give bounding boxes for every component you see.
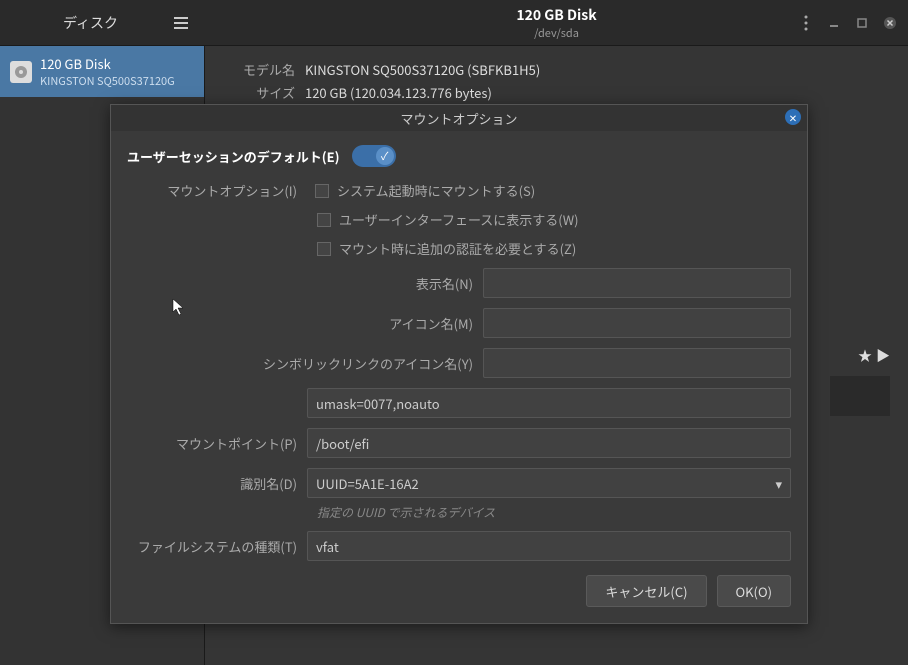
dialog-close-button[interactable]: ✕ bbox=[785, 109, 801, 125]
options-input[interactable] bbox=[307, 388, 791, 418]
fs-type-label: ファイルシステムの種類(T) bbox=[127, 537, 307, 556]
session-default-label: ユーザーセッションのデフォルト(E) bbox=[127, 147, 340, 166]
symlink-input[interactable] bbox=[483, 348, 791, 378]
minimize-button[interactable] bbox=[824, 13, 844, 33]
maximize-button[interactable] bbox=[852, 13, 872, 33]
checkbox-boot[interactable] bbox=[315, 184, 329, 198]
checkbox-ui[interactable] bbox=[317, 213, 331, 227]
sidebar-disk-item[interactable]: 120 GB Disk KINGSTON SQ500S37120G bbox=[0, 46, 204, 97]
mount-point-label: マウントポイント(P) bbox=[127, 434, 307, 453]
symlink-label: シンボリックリンクのアイコン名(Y) bbox=[127, 354, 483, 373]
disk-item-name: 120 GB Disk bbox=[40, 54, 175, 73]
display-name-label: 表示名(N) bbox=[127, 274, 483, 293]
dialog-title: マウントオプション bbox=[400, 109, 517, 128]
checkbox-ui-label: ユーザーインターフェースに表示する(W) bbox=[339, 210, 579, 229]
kebab-menu-icon[interactable] bbox=[796, 13, 816, 33]
mount-options-label: マウントオプション(I) bbox=[127, 181, 307, 200]
icon-name-label: アイコン名(M) bbox=[127, 314, 483, 333]
disk-item-sub: KINGSTON SQ500S37120G bbox=[40, 73, 175, 89]
identify-select[interactable]: UUID=5A1E-16A2 ▾ bbox=[307, 468, 791, 498]
fs-type-input[interactable] bbox=[307, 531, 791, 561]
ok-button[interactable]: OK(O) bbox=[717, 575, 791, 607]
titlebar: ディスク 120 GB Disk /dev/sda bbox=[0, 0, 908, 46]
menu-button[interactable] bbox=[169, 11, 193, 35]
checkbox-boot-label: システム起動時にマウントする(S) bbox=[337, 181, 535, 200]
prop-size-value: 120 GB (120.034.123.776 bytes) bbox=[305, 83, 492, 102]
cancel-button[interactable]: キャンセル(C) bbox=[586, 575, 706, 607]
close-button[interactable] bbox=[880, 13, 900, 33]
toggle-knob-icon: ✓ bbox=[376, 147, 394, 165]
identify-hint: 指定の UUID で示されるデバイス bbox=[127, 504, 791, 521]
session-default-toggle[interactable]: ✓ bbox=[352, 145, 396, 167]
star-icon[interactable]: ★ bbox=[858, 346, 872, 366]
chevron-right-icon[interactable]: ▶ bbox=[876, 346, 890, 366]
dialog-header: マウントオプション ✕ bbox=[111, 105, 807, 131]
checkbox-auth[interactable] bbox=[317, 242, 331, 256]
mount-options-dialog: マウントオプション ✕ ユーザーセッションのデフォルト(E) ✓ マウントオプシ… bbox=[110, 104, 808, 624]
checkbox-auth-label: マウント時に追加の認証を必要とする(Z) bbox=[339, 239, 576, 258]
partition-strip bbox=[830, 376, 890, 416]
display-name-input[interactable] bbox=[483, 268, 791, 298]
identify-value: UUID=5A1E-16A2 bbox=[316, 474, 419, 493]
icon-name-input[interactable] bbox=[483, 308, 791, 338]
mount-point-input[interactable] bbox=[307, 428, 791, 458]
disk-icon bbox=[10, 61, 32, 83]
identify-label: 識別名(D) bbox=[127, 474, 307, 493]
app-name: ディスク bbox=[63, 13, 118, 33]
prop-model-value: KINGSTON SQ500S37120G (SBFKB1H5) bbox=[305, 60, 540, 79]
prop-size-label: サイズ bbox=[235, 83, 295, 102]
chevron-down-icon: ▾ bbox=[775, 474, 782, 493]
prop-model-label: モデル名 bbox=[235, 60, 295, 79]
